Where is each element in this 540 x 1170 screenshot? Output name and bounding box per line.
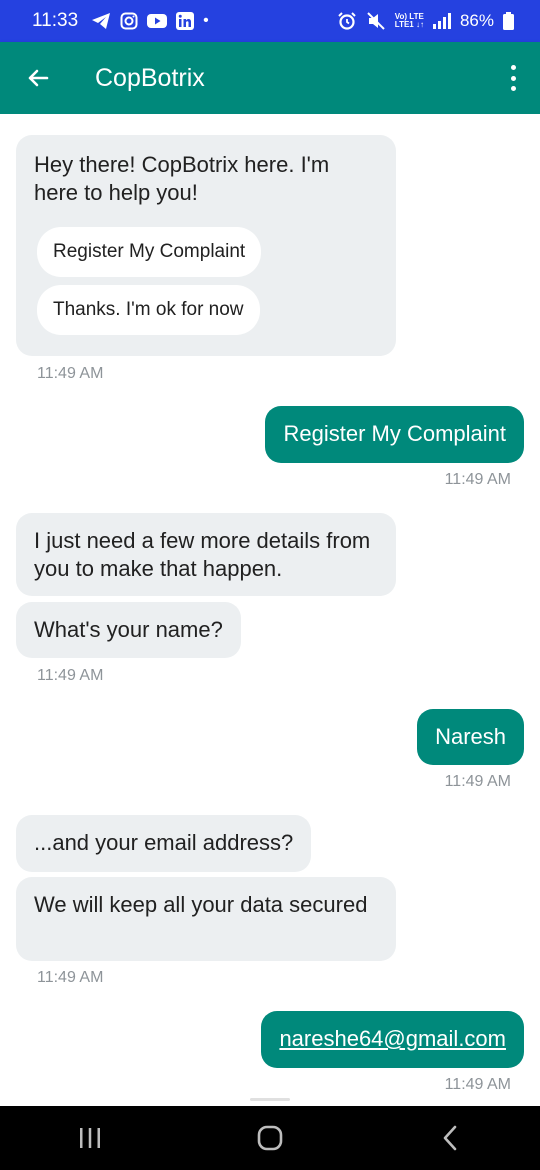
bot-message-text: Hey there! CopBotrix here. I'm here to h… bbox=[34, 152, 330, 205]
more-vert-icon-dot bbox=[510, 65, 516, 70]
telegram-icon bbox=[91, 12, 111, 30]
email-link[interactable]: nareshe64@gmail.com bbox=[279, 1026, 506, 1051]
bot-message-ask-name: What's your name? bbox=[16, 602, 241, 658]
more-vert-icon-dot bbox=[510, 75, 516, 81]
back-arrow-button[interactable] bbox=[23, 63, 53, 93]
network-type: Vo) LTE LTE1 ↓↑ bbox=[395, 13, 424, 29]
status-time: 11:33 bbox=[32, 10, 79, 31]
status-bar: 11:33 • Vo) LTE LTE1 ↓↑ 86% bbox=[0, 0, 540, 42]
user-message: Register My Complaint bbox=[265, 406, 524, 463]
composer-handle bbox=[250, 1098, 290, 1101]
back-arrow-icon bbox=[28, 69, 49, 87]
back-icon bbox=[443, 1125, 457, 1151]
status-left: 11:33 • bbox=[32, 10, 209, 32]
instagram-icon bbox=[120, 12, 138, 30]
app-title: CopBotrix bbox=[95, 63, 205, 92]
back-button[interactable] bbox=[420, 1118, 480, 1158]
status-right: Vo) LTE LTE1 ↓↑ 86% bbox=[337, 11, 514, 31]
message-timestamp: 11:49 AM bbox=[444, 1076, 511, 1093]
home-icon bbox=[257, 1125, 283, 1151]
recents-icon bbox=[80, 1128, 100, 1148]
message-timestamp: 11:49 AM bbox=[37, 667, 104, 684]
message-timestamp: 11:49 AM bbox=[444, 471, 511, 488]
notification-dot: • bbox=[203, 12, 209, 29]
signal-icon bbox=[432, 13, 451, 29]
recents-button[interactable] bbox=[60, 1118, 120, 1158]
user-message: Naresh bbox=[417, 709, 524, 765]
battery-icon bbox=[503, 12, 514, 30]
linkedin-icon bbox=[176, 12, 195, 30]
home-button[interactable] bbox=[240, 1118, 300, 1158]
bot-message-data-secured: We will keep all your data secured bbox=[16, 877, 396, 961]
system-nav-bar bbox=[0, 1106, 540, 1170]
message-timestamp: 11:49 AM bbox=[37, 365, 104, 382]
youtube-icon bbox=[147, 13, 168, 29]
bot-message-ask-email: ...and your email address? bbox=[16, 815, 312, 872]
more-vert-icon-dot bbox=[510, 86, 516, 91]
message-timestamp: 11:49 AM bbox=[444, 773, 511, 790]
message-timestamp: 11:49 AM bbox=[37, 969, 104, 986]
quick-reply-register-complaint[interactable]: Register My Complaint bbox=[37, 227, 262, 277]
battery-percent: 86% bbox=[459, 11, 494, 30]
alarm-icon bbox=[337, 11, 357, 31]
user-message-email: nareshe64@gmail.com bbox=[261, 1011, 524, 1068]
network-type-bottom: LTE1 ↓↑ bbox=[394, 20, 424, 29]
mute-icon bbox=[366, 11, 386, 31]
bot-message-details: I just need a few more details from you … bbox=[16, 513, 396, 596]
quick-reply-ok-for-now[interactable]: Thanks. I'm ok for now bbox=[37, 285, 260, 335]
chat-area[interactable]: Hey there! CopBotrix here. I'm here to h… bbox=[0, 114, 540, 1106]
app-bar: CopBotrix bbox=[0, 42, 540, 114]
more-options-button[interactable] bbox=[506, 65, 520, 91]
